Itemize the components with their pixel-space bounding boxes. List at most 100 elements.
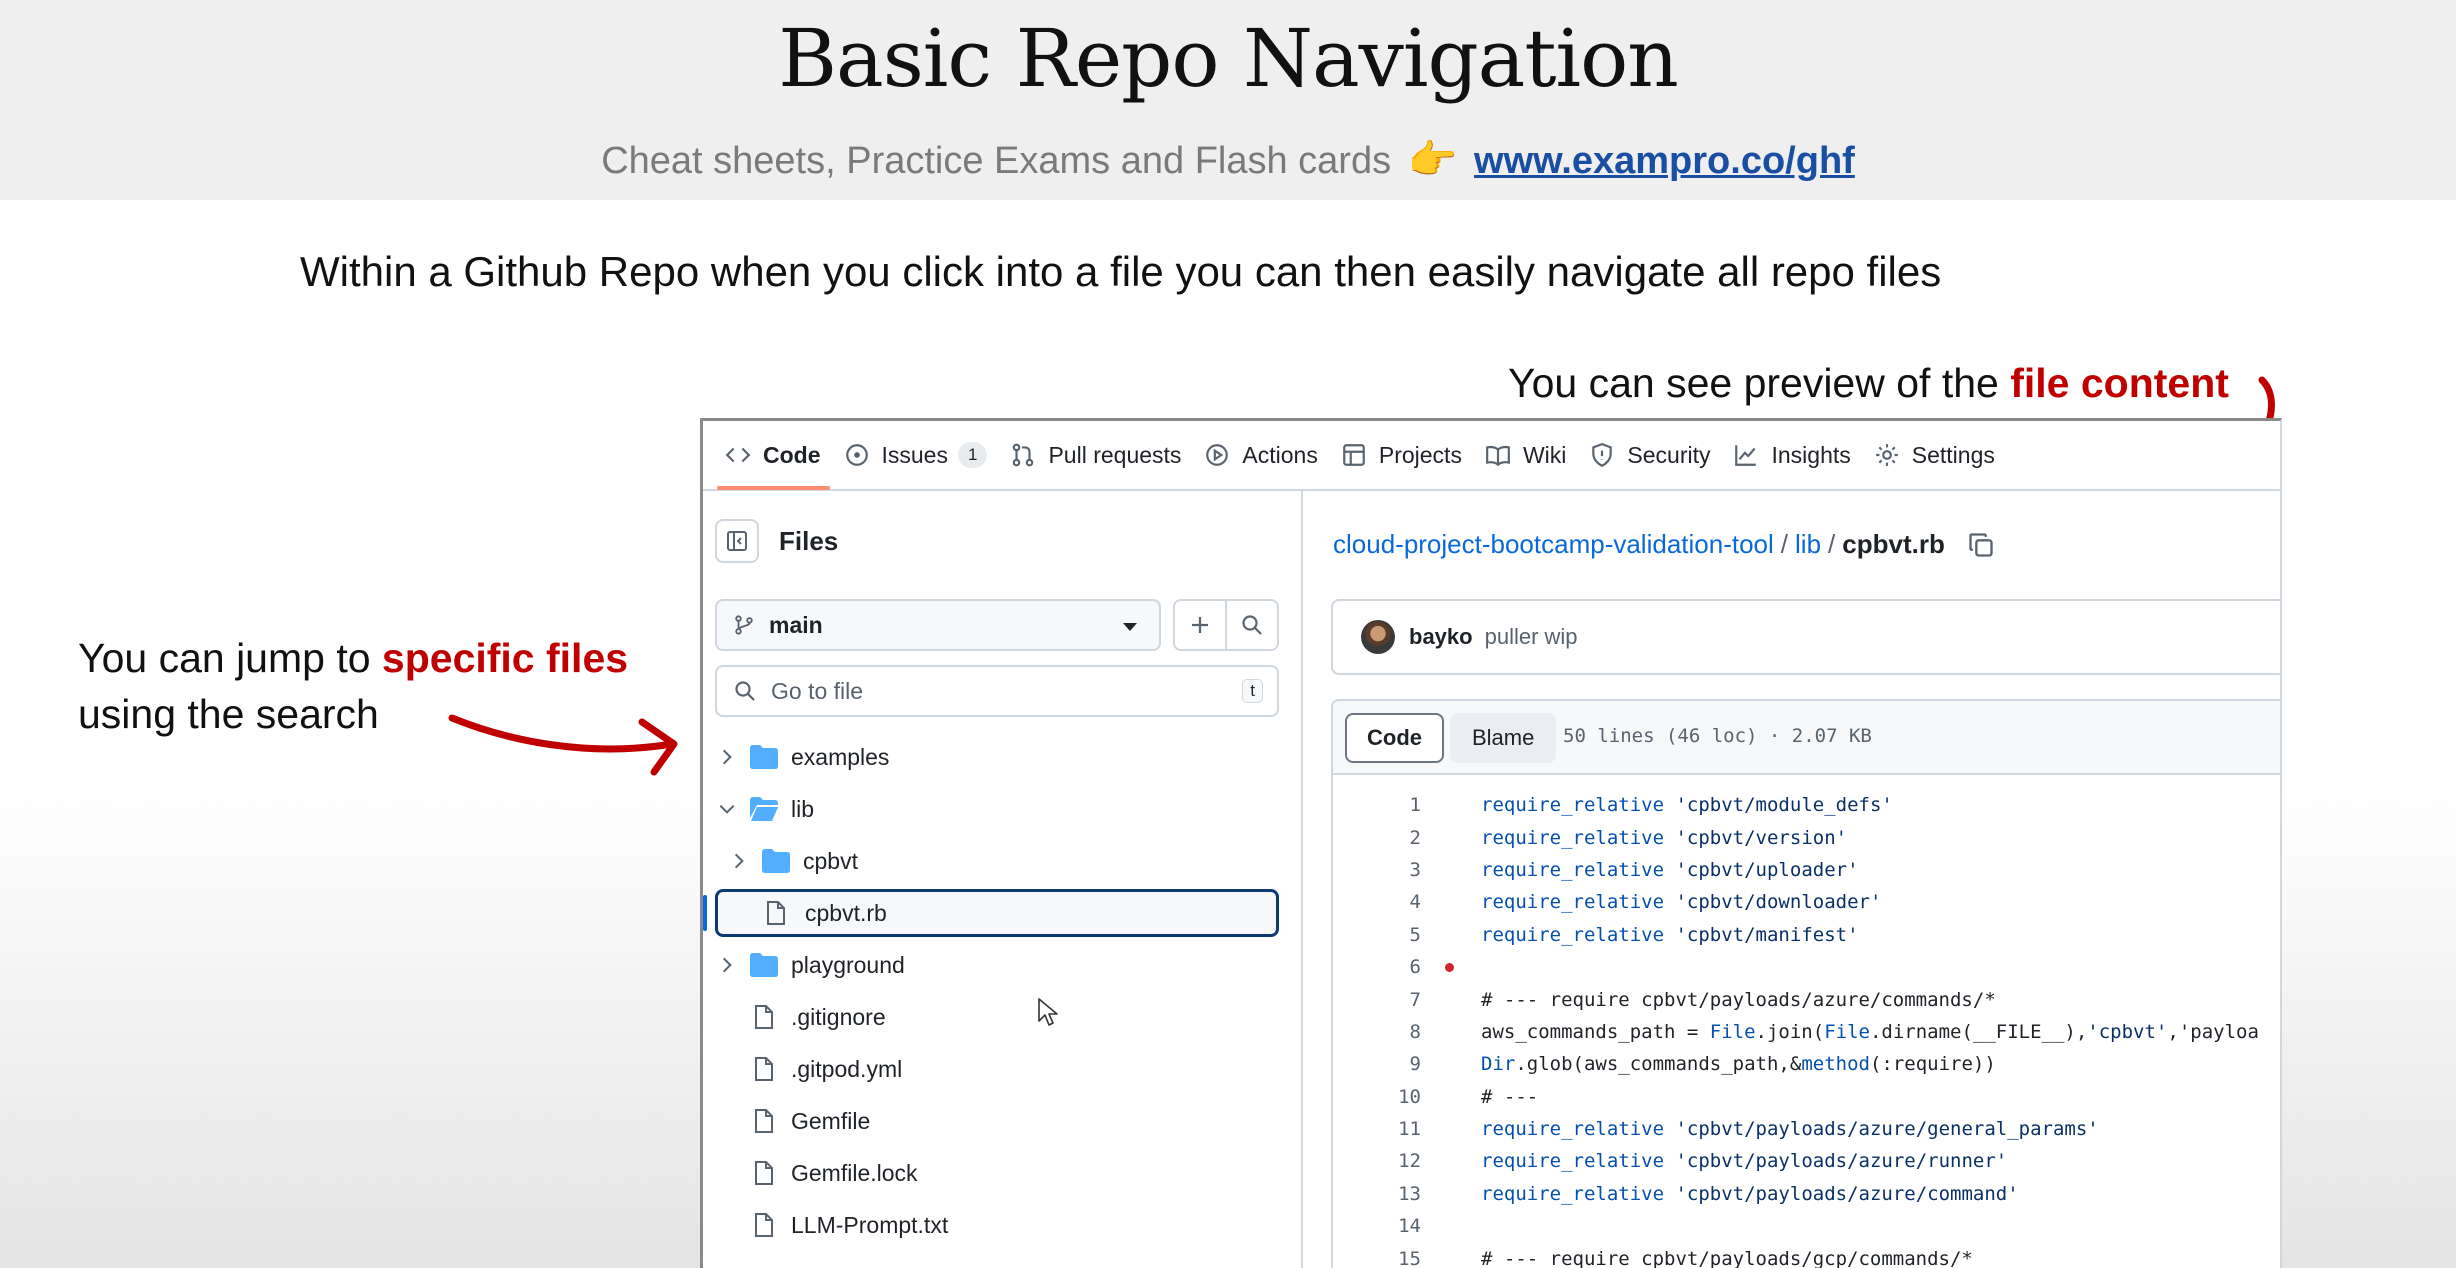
callout-search-suffix: using the search [78,691,379,737]
code-line: 10 # --- [1333,1081,2280,1113]
tab-insights[interactable]: Insights [1731,421,1871,490]
pointing-hand-icon: 👉 [1407,138,1458,182]
tree-item-llm-prompt[interactable]: LLM-Prompt.txt [703,1199,1303,1251]
breadcrumb-dir-link[interactable]: lib [1795,529,1821,560]
file-icon [755,1057,773,1081]
branch-selector[interactable]: main [715,599,1161,651]
line-number[interactable]: 11 [1333,1118,1421,1140]
code-text: # --- [1481,1085,1539,1108]
line-number[interactable]: 10 [1333,1086,1421,1108]
chevron-right-icon [734,853,744,869]
code-line: 14 [1333,1210,2280,1242]
code-text: # --- require cpbvt/payloads/gcp/command… [1481,1247,1973,1268]
file-icon [767,901,785,925]
plus-icon [1192,617,1208,633]
tab-issues[interactable]: Issues 1 [842,421,1009,490]
blame-view-button[interactable]: Blame [1450,713,1557,763]
line-number[interactable]: 14 [1333,1215,1421,1237]
issue-opened-icon [845,444,868,466]
tree-item-gemfile-lock[interactable]: Gemfile.lock [703,1147,1303,1199]
avatar[interactable] [1361,620,1395,654]
sidebar-title: Files [779,525,839,556]
go-to-file-input[interactable]: Go to file t [715,665,1279,717]
tree-item-cpbvt[interactable]: cpbvt [703,835,1303,887]
repo-nav: Code Issues 1 Pull requests Actions Proj… [703,421,2280,491]
breadcrumb-current-file: cpbvt.rb [1842,529,1945,559]
code-line: 13 require_relative 'cpbvt/payloads/azure… [1333,1178,2280,1210]
line-number[interactable]: 6 [1333,956,1421,978]
file-icon [755,1213,773,1237]
tab-wiki[interactable]: Wiki [1483,421,1587,490]
file-content-panel: cloud-project-bootcamp-validation-tool /… [1305,491,2280,1268]
latest-commit-bar: bayko puller wip [1331,599,2280,675]
code-text: # --- require cpbvt/payloads/azure/comma… [1481,988,1996,1011]
git-pull-request-icon [1013,443,1034,467]
tree-item-cpbvt-rb[interactable]: cpbvt.rb [703,887,1303,939]
tab-code[interactable]: Code [717,421,842,490]
add-file-button[interactable] [1175,601,1225,649]
go-to-file-placeholder: Go to file [771,677,864,704]
tab-settings[interactable]: Settings [1872,421,2016,490]
tree-item-playground[interactable]: playground [703,939,1303,991]
breadcrumb-separator: / [1780,529,1789,559]
file-tree-sidebar: Files main Go to file t examples lib cpb… [703,491,1303,1268]
code-line: 3 require_relative 'cpbvt/uploader' [1333,854,2280,886]
commit-author[interactable]: bayko [1409,624,1473,650]
code-viewer: Code Blame 50 lines (46 loc) · 2.07 KB 1… [1331,699,2280,1268]
chevron-down-icon [719,804,735,814]
promo-text: Cheat sheets, Practice Exams and Flash c… [601,140,1392,182]
code-line: 1 require_relative 'cpbvt/module_defs' [1333,789,2280,821]
callout-preview: You can see preview of the file content [1508,360,2229,407]
line-number[interactable]: 2 [1333,827,1421,849]
tree-item-gitpod-yml[interactable]: .gitpod.yml [703,1043,1303,1095]
line-number[interactable]: 8 [1333,1021,1421,1043]
line-number[interactable]: 7 [1333,989,1421,1011]
search-button[interactable] [1225,601,1277,649]
code-icon [725,447,751,463]
line-number[interactable]: 4 [1333,891,1421,913]
file-stats: 50 lines (46 loc) · 2.07 KB [1563,725,1872,747]
collapse-sidebar-button[interactable] [715,519,759,563]
tree-item-examples[interactable]: examples [703,731,1303,783]
folder-icon [762,849,790,873]
code-viewer-header: Code Blame 50 lines (46 loc) · 2.07 KB [1333,701,2280,775]
tab-actions[interactable]: Actions [1202,421,1338,490]
line-number[interactable]: 12 [1333,1150,1421,1172]
promo-line: Cheat sheets, Practice Exams and Flash c… [0,136,2456,183]
breadcrumb-repo-link[interactable]: cloud-project-bootcamp-validation-tool [1333,529,1774,560]
line-number[interactable]: 3 [1333,859,1421,881]
breadcrumb: cloud-project-bootcamp-validation-tool /… [1333,529,1995,560]
breadcrumb-separator: / [1828,529,1836,559]
line-number[interactable]: 5 [1333,924,1421,946]
callout-search-highlight: specific files [381,635,629,681]
line-number[interactable]: 1 [1333,794,1421,816]
line-number[interactable]: 15 [1333,1248,1421,1268]
file-icon [755,1161,773,1185]
book-icon [1486,445,1510,467]
play-icon [1206,444,1229,466]
tree-item-lib[interactable]: lib [703,783,1303,835]
line-number[interactable]: 9 [1333,1053,1421,1075]
breakpoint-dot-icon [1445,963,1454,972]
sidebar-collapse-icon [727,531,747,551]
code-view-button[interactable]: Code [1345,713,1444,763]
code-line: 12 require_relative 'cpbvt/payloads/azure… [1333,1145,2280,1177]
commit-message[interactable]: puller wip [1485,624,1578,650]
copy-icon[interactable] [1967,531,1995,559]
callout-search-text: You can jump to [78,635,382,681]
code-lines: 1 require_relative 'cpbvt/module_defs' 2 re… [1333,789,2280,1268]
selection-highlight [715,889,1279,937]
code-text: require_relative 'cpbvt/payloads/azure/r… [1481,1150,2008,1173]
promo-link[interactable]: www.exampro.co/ghf [1474,140,1855,182]
code-line: 5 require_relative 'cpbvt/manifest' [1333,919,2280,951]
code-line: 9 Dir.glob(aws_commands_path,&method(:req… [1333,1048,2280,1080]
file-icon [755,1109,773,1133]
line-number[interactable]: 13 [1333,1183,1421,1205]
tree-item-gemfile[interactable]: Gemfile [703,1095,1303,1147]
folder-open-icon [750,797,778,821]
tab-projects[interactable]: Projects [1339,421,1483,490]
tab-pull-requests[interactable]: Pull requests [1008,421,1202,490]
search-icon [1242,615,1262,635]
tree-item-gitignore[interactable]: .gitignore [703,991,1303,1043]
tab-security[interactable]: Security [1587,421,1731,490]
